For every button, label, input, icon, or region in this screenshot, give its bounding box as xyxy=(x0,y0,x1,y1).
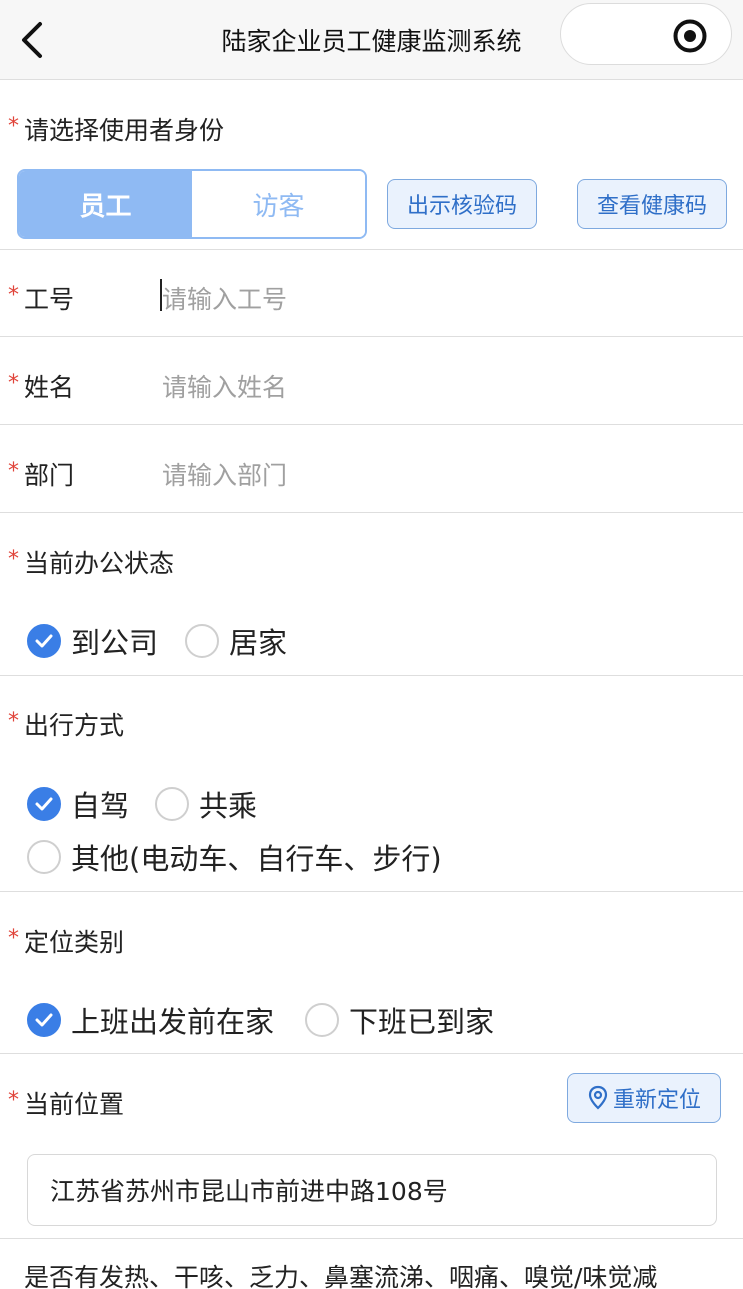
name-label: 姓名 xyxy=(24,373,75,402)
radio-label: 上班出发前在家 xyxy=(71,1005,275,1039)
relocate-button-label: 重新定位 xyxy=(612,1088,701,1113)
divider xyxy=(0,424,743,425)
radio-unchecked-icon xyxy=(155,787,189,821)
required-mark: * xyxy=(8,114,19,139)
radio-travel-self-drive[interactable]: 自驾 xyxy=(27,783,129,825)
radio-travel-carpool[interactable]: 共乘 xyxy=(155,783,257,825)
name-input[interactable]: 请输入姓名 xyxy=(162,368,287,404)
radio-checked-icon xyxy=(27,624,61,658)
department-input[interactable]: 请输入部门 xyxy=(162,456,287,492)
radio-travel-other[interactable]: 其他(电动车、自行车、步行) xyxy=(27,836,442,878)
required-mark: * xyxy=(8,283,19,308)
view-health-code-button[interactable]: 查看健康码 xyxy=(577,179,727,229)
radio-unchecked-icon xyxy=(27,840,61,874)
department-label: 部门 xyxy=(24,461,75,490)
radio-checked-icon xyxy=(27,1003,61,1037)
travel-mode-label: 出行方式 xyxy=(24,711,125,740)
identity-option-employee[interactable]: 员工 xyxy=(19,171,192,237)
address-value: 江苏省苏州市昆山市前进中路108号 xyxy=(50,1177,448,1206)
show-verification-code-button[interactable]: 出示核验码 xyxy=(387,179,537,229)
radio-location-after-work[interactable]: 下班已到家 xyxy=(305,999,494,1041)
address-field[interactable]: 江苏省苏州市昆山市前进中路108号 xyxy=(27,1154,717,1226)
relocate-button[interactable]: 重新定位 xyxy=(567,1073,721,1123)
identity-segmented-control: 员工 访客 xyxy=(17,169,367,239)
radio-office-company[interactable]: 到公司 xyxy=(27,620,158,662)
radio-label: 自驾 xyxy=(71,789,130,823)
radio-label: 其他(电动车、自行车、步行) xyxy=(71,842,442,876)
required-mark: * xyxy=(8,709,19,734)
close-target-icon[interactable] xyxy=(672,18,708,54)
radio-checked-icon xyxy=(27,787,61,821)
radio-location-before-work[interactable]: 上班出发前在家 xyxy=(27,999,274,1041)
divider xyxy=(0,512,743,513)
identity-option-visitor[interactable]: 访客 xyxy=(192,171,365,237)
divider xyxy=(0,336,743,337)
mini-program-capsule[interactable] xyxy=(560,3,732,65)
radio-unchecked-icon xyxy=(305,1003,339,1037)
location-pin-icon xyxy=(588,1085,608,1110)
location-type-label: 定位类别 xyxy=(24,928,125,957)
required-mark: * xyxy=(8,926,19,951)
divider xyxy=(0,675,743,676)
employee-id-label: 工号 xyxy=(24,285,75,314)
radio-label: 共乘 xyxy=(199,789,258,823)
required-mark: * xyxy=(8,459,19,484)
employee-id-input[interactable]: 请输入工号 xyxy=(162,280,287,316)
nav-bar: 陆家企业员工健康监测系统 xyxy=(0,0,743,80)
current-location-label: 当前位置 xyxy=(24,1090,125,1119)
identity-label: 请选择使用者身份 xyxy=(24,116,225,145)
radio-label: 下班已到家 xyxy=(349,1005,495,1039)
required-mark: * xyxy=(8,1088,19,1113)
radio-label: 到公司 xyxy=(71,626,159,660)
symptoms-question: 是否有发热、干咳、乏力、鼻塞流涕、咽痛、嗅觉/味觉减 xyxy=(24,1263,658,1289)
divider xyxy=(0,1053,743,1054)
radio-office-home[interactable]: 居家 xyxy=(185,620,287,662)
radio-unchecked-icon xyxy=(185,624,219,658)
required-mark: * xyxy=(8,547,19,572)
divider xyxy=(0,249,743,250)
office-status-label: 当前办公状态 xyxy=(24,549,175,578)
required-mark: * xyxy=(8,371,19,396)
divider xyxy=(0,891,743,892)
divider xyxy=(0,1238,743,1239)
radio-label: 居家 xyxy=(229,626,288,660)
